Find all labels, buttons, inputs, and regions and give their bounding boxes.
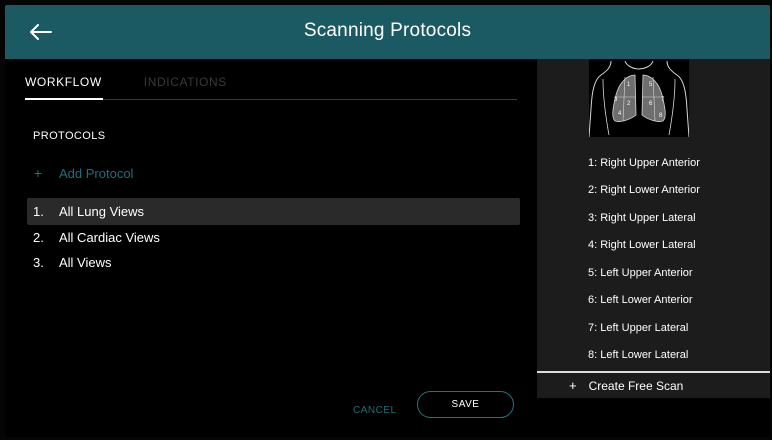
region-item-4[interactable]: 4: Right Lower Lateral (588, 232, 700, 260)
region-item-2[interactable]: 2: Right Lower Anterior (588, 177, 700, 205)
create-free-scan-label: Create Free Scan (588, 378, 684, 393)
plus-icon: + (569, 378, 577, 393)
tab-indications[interactable]: INDICATIONS (144, 75, 227, 95)
region-list: 1: Right Upper Anterior 2: Right Lower A… (588, 149, 700, 369)
lung-zones-panel: 1 2 3 4 5 6 7 8 1: Right Upper Anterior … (537, 59, 770, 398)
protocol-number: 1. (33, 204, 44, 219)
protocols-heading: PROTOCOLS (33, 130, 106, 142)
save-button[interactable]: SAVE (417, 391, 514, 418)
protocol-label: All Views (59, 255, 112, 270)
protocol-list: 1. All Lung Views 2. All Cardiac Views 3… (27, 198, 520, 275)
app-window: Scanning Protocols WORKFLOW INDICATIONS … (5, 5, 770, 437)
panel-divider (537, 371, 770, 373)
cancel-button[interactable]: CANCEL (353, 405, 397, 416)
region-item-6[interactable]: 6: Left Lower Anterior (588, 287, 700, 315)
protocol-label: All Lung Views (59, 204, 145, 219)
header-bar: Scanning Protocols (5, 5, 770, 59)
create-free-scan-button[interactable]: + Create Free Scan (569, 378, 683, 393)
protocol-item-all-lung-views[interactable]: 1. All Lung Views (27, 198, 520, 225)
page-title: Scanning Protocols (303, 20, 472, 41)
tab-workflow[interactable]: WORKFLOW (25, 75, 102, 95)
lung-zone-diagram: 1 2 3 4 5 6 7 8 (589, 59, 689, 137)
protocol-item-all-views[interactable]: 3. All Views (27, 250, 520, 275)
region-item-3[interactable]: 3: Right Upper Lateral (588, 204, 700, 232)
protocol-label: All Cardiac Views (59, 230, 160, 245)
protocols-panel: WORKFLOW INDICATIONS PROTOCOLS + Add Pro… (5, 59, 537, 437)
protocol-number: 3. (33, 255, 44, 270)
plus-icon: + (33, 165, 43, 181)
add-protocol-button[interactable]: + Add Protocol (29, 165, 134, 181)
region-item-1[interactable]: 1: Right Upper Anterior (588, 149, 700, 177)
region-item-8[interactable]: 8: Left Lower Lateral (588, 342, 700, 370)
protocol-number: 2. (33, 230, 44, 245)
tab-bar: WORKFLOW INDICATIONS (25, 75, 269, 95)
region-item-7[interactable]: 7: Left Upper Lateral (588, 314, 700, 342)
active-tab-indicator (25, 98, 103, 100)
add-protocol-label: Add Protocol (59, 165, 134, 181)
protocol-item-all-cardiac-views[interactable]: 2. All Cardiac Views (27, 225, 520, 250)
region-item-5[interactable]: 5: Left Upper Anterior (588, 259, 700, 287)
